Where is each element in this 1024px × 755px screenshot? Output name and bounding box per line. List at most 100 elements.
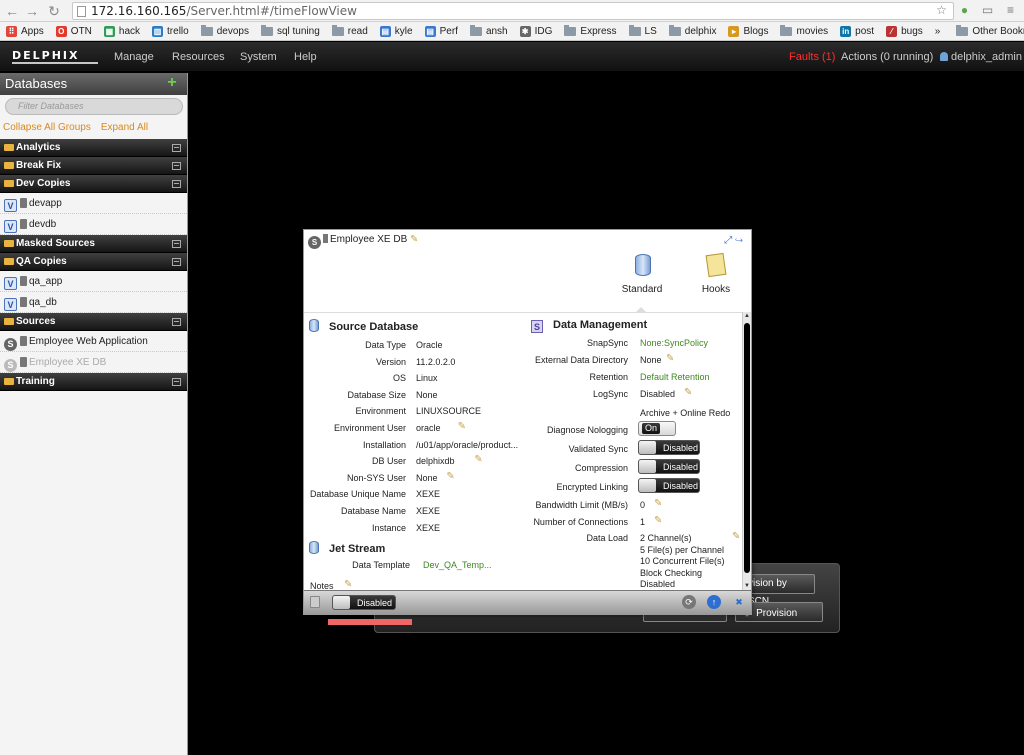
bookmark-delphix[interactable]: delphix (668, 24, 716, 37)
collapse-group-icon[interactable] (172, 144, 181, 152)
filter-databases-input[interactable]: Filter Databases (5, 98, 183, 115)
upload-icon[interactable]: ↑ (707, 595, 721, 609)
bookmark-perf[interactable]: ▤ Perf (424, 25, 458, 37)
edit-ext-dir-pencil-icon[interactable]: ✎ (666, 353, 674, 364)
encrypted-linking-toggle[interactable]: Disabled (638, 478, 700, 493)
bookmark-trello[interactable]: ▥ trello (152, 25, 189, 37)
compression-toggle[interactable]: Disabled (638, 459, 700, 474)
group-masked-sources[interactable]: Masked Sources (0, 235, 187, 253)
group-analytics[interactable]: Analytics (0, 139, 187, 157)
reload-icon[interactable]: ↻ (46, 3, 62, 19)
bookmark-apps[interactable]: ⠿ Apps (6, 25, 44, 37)
linkedin-icon: in (840, 25, 852, 37)
user-menu[interactable]: delphix_admin (940, 51, 1022, 63)
trash-icon[interactable] (310, 596, 320, 608)
collapse-all-link[interactable]: Collapse All Groups (3, 122, 91, 133)
database-item-employee-web-application[interactable]: S Employee Web Application (0, 331, 187, 352)
delphix-logo[interactable]: DELPHIX (12, 50, 98, 64)
database-item-qa-app[interactable]: Vqa_app (0, 271, 187, 292)
flip-card-icon[interactable]: ↪ (735, 235, 743, 246)
provision-by-scn-button[interactable]: vision by SCN (743, 574, 815, 607)
collapse-group-icon[interactable] (172, 258, 181, 266)
database-item-qa-db[interactable]: Vqa_db (0, 292, 187, 313)
bookmark-blogs[interactable]: ▸ Blogs (728, 25, 768, 37)
enable-disable-toggle[interactable]: Disabled (332, 595, 396, 610)
database-item-devapp[interactable]: Vdevapp (0, 193, 187, 214)
edit-logsync-pencil-icon[interactable]: ✎ (684, 387, 692, 398)
cast-icon[interactable]: ▭ (980, 3, 995, 18)
bookmark-ls[interactable]: LS (628, 24, 657, 37)
group-training[interactable]: Training (0, 373, 187, 391)
validated-sync-toggle[interactable]: Disabled (638, 440, 700, 455)
faults-link[interactable]: Faults (1) (789, 51, 835, 63)
retention-link[interactable]: Default Retention (640, 372, 710, 382)
bookmark-devops[interactable]: devops (200, 24, 249, 37)
card-scrollbar[interactable]: ▲ ▼ (742, 312, 751, 590)
back-icon[interactable]: ← (4, 3, 20, 19)
bookmark-movies[interactable]: movies (780, 24, 828, 37)
bookmark-hack[interactable]: ▦ hack (103, 25, 140, 37)
collapse-group-icon[interactable] (172, 378, 181, 386)
wrench-icon[interactable]: ✖ (732, 595, 746, 609)
expand-card-icon[interactable]: ⤢ (724, 235, 732, 246)
collapse-group-icon[interactable] (172, 162, 181, 170)
menu-help[interactable]: Help (294, 51, 317, 63)
add-database-icon[interactable]: + (165, 75, 179, 91)
group-sources[interactable]: Sources (0, 313, 187, 331)
edit-data-load-pencil-icon[interactable]: ✎ (732, 531, 740, 542)
folder-icon (4, 378, 14, 385)
edit-db-user-pencil-icon[interactable]: ✎ (474, 454, 482, 465)
extension-icon[interactable]: ● (957, 3, 972, 18)
bookmark-bugs[interactable]: ⁄ bugs (886, 25, 923, 37)
bookmark-read[interactable]: read (331, 24, 368, 37)
actions-link[interactable]: Actions (0 running) (841, 51, 933, 63)
data-management-heading: S Data Management (531, 319, 647, 333)
edit-connections-pencil-icon[interactable]: ✎ (654, 515, 662, 526)
bookmark-sql-tuning[interactable]: sql tuning (260, 24, 320, 37)
edit-environment-user-pencil-icon[interactable]: ✎ (458, 421, 466, 432)
bookmark-star-icon[interactable]: ☆ (934, 3, 949, 18)
diagnose-nologging-toggle[interactable]: On (638, 421, 676, 436)
collapse-group-icon[interactable] (172, 180, 181, 188)
scroll-up-icon[interactable]: ▲ (744, 313, 750, 319)
tab-standard[interactable]: Standard (620, 252, 664, 295)
bookmark-ansh[interactable]: ansh (469, 24, 508, 37)
folder-icon (260, 24, 273, 36)
collapse-group-icon[interactable] (172, 240, 181, 248)
menu-manage[interactable]: Manage (114, 51, 154, 63)
tab-hooks-label: Hooks (701, 284, 731, 295)
menu-resources[interactable]: Resources (172, 51, 225, 63)
disabled-indicator-bar (328, 619, 412, 625)
bookmark-post[interactable]: in post (840, 25, 874, 37)
menu-icon[interactable]: ≡ (1003, 3, 1018, 18)
database-item-employee-xe-db[interactable]: S Employee XE DB (0, 352, 187, 373)
installation-label: Installation (362, 440, 406, 450)
edit-notes-pencil-icon[interactable]: ✎ (344, 579, 352, 590)
edit-title-pencil-icon[interactable]: ✎ (410, 234, 418, 245)
refresh-icon[interactable]: ⟳ (682, 595, 696, 609)
scroll-down-icon[interactable]: ▼ (744, 583, 750, 589)
collapse-group-icon[interactable] (172, 318, 181, 326)
edit-bandwidth-pencil-icon[interactable]: ✎ (654, 498, 662, 509)
more-bookmarks-chevron[interactable]: » (935, 26, 941, 37)
folder-icon (4, 240, 14, 247)
menu-system[interactable]: System (240, 51, 277, 63)
bookmark-idg[interactable]: ✱ IDG (519, 25, 552, 37)
edit-non-sys-user-pencil-icon[interactable]: ✎ (446, 471, 454, 482)
tab-hooks[interactable]: Hooks (698, 252, 734, 295)
group-qa-copies[interactable]: QA Copies (0, 253, 187, 271)
forward-icon[interactable]: → (24, 3, 40, 19)
other-bookmarks[interactable]: Other Bookmarks (956, 24, 1024, 37)
bookmark-kyle[interactable]: ▤ kyle (379, 25, 413, 37)
scrollbar-thumb[interactable] (744, 323, 750, 573)
address-bar[interactable]: 172.16.160.165/Server.html#/timeFlowView (72, 2, 954, 20)
data-template-link[interactable]: Dev_QA_Temp... (423, 560, 492, 570)
bookmark-express[interactable]: Express (564, 24, 617, 37)
database-icon (635, 254, 651, 276)
group-break-fix[interactable]: Break Fix (0, 157, 187, 175)
group-dev-copies[interactable]: Dev Copies (0, 175, 187, 193)
snapsync-link[interactable]: None:SyncPolicy (640, 338, 708, 348)
group-label: Sources (16, 316, 56, 327)
bookmark-otn[interactable]: O OTN (55, 25, 92, 37)
database-item-devdb[interactable]: Vdevdb (0, 214, 187, 235)
